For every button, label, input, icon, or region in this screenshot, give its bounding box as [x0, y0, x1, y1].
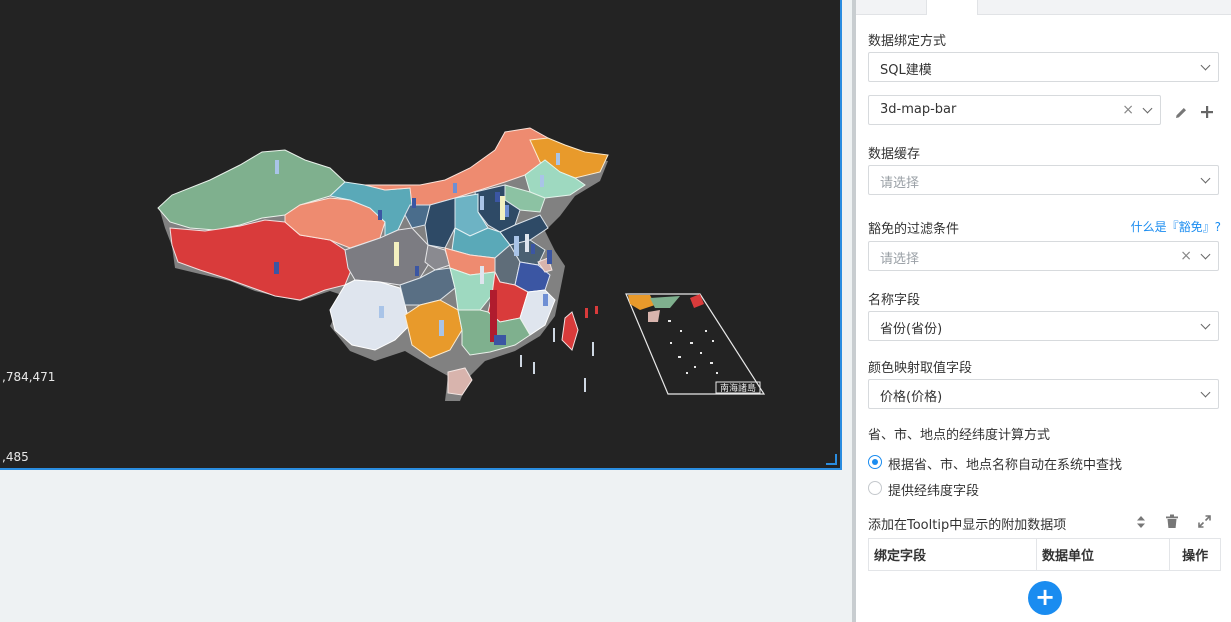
exempt-filter-placeholder: 请选择 — [880, 252, 920, 267]
binding-method-label: 数据绑定方式 — [868, 34, 947, 49]
binding-method-select[interactable]: SQL建模 — [868, 52, 1219, 82]
chevron-down-icon — [1142, 103, 1153, 114]
cache-placeholder: 请选择 — [880, 176, 920, 191]
cache-label: 数据缓存 — [868, 147, 921, 162]
color-field-label: 颜色映射取值字段 — [868, 361, 973, 376]
tab-3[interactable] — [986, 0, 1036, 14]
chevron-down-icon — [1200, 387, 1211, 398]
inset-label: 南海諸島 — [720, 382, 756, 394]
name-field-select[interactable]: 省份(省份) — [868, 311, 1219, 341]
map-canvas[interactable]: 南海諸島 ,784,471 ,485 — [0, 0, 842, 470]
geo-method-option-auto[interactable]: 根据省、市、地点名称自动在系统中查找 — [868, 454, 1168, 473]
sort-icon[interactable] — [1136, 515, 1146, 529]
trash-icon[interactable] — [1165, 514, 1179, 529]
clear-icon[interactable]: × — [1180, 247, 1192, 265]
column-header-actions: 操作 — [1169, 538, 1221, 571]
add-tooltip-item-button[interactable]: + — [1028, 581, 1062, 615]
china-3d-map: 南海諸島 — [157, 127, 766, 401]
exempt-help-link[interactable]: 什么是『豁免』? — [1131, 218, 1221, 235]
resize-handle[interactable] — [826, 454, 837, 465]
south-china-sea-inset: 南海諸島 — [625, 293, 766, 395]
clear-icon[interactable]: × — [1122, 101, 1134, 119]
chevron-down-icon — [1200, 173, 1211, 184]
panel-tabbar — [856, 0, 1231, 15]
cache-select[interactable]: 请选择 — [868, 165, 1219, 195]
geo-method-option-fields-label: 提供经纬度字段 — [888, 484, 980, 499]
name-field-label: 名称字段 — [868, 293, 921, 308]
geo-method-label: 省、市、地点的经纬度计算方式 — [868, 428, 1051, 443]
tooltip-items-table: 绑定字段 数据单位 操作 — [868, 538, 1221, 571]
column-header-unit: 数据单位 — [1035, 538, 1171, 571]
edit-pencil-icon[interactable] — [1173, 105, 1189, 121]
radio-unchecked[interactable] — [868, 481, 882, 495]
properties-panel: 数据绑定方式 SQL建模 3d-map-bar × 数据缓存 请选择 豁免的过滤… — [856, 0, 1231, 622]
name-field-value: 省份(省份) — [880, 322, 943, 337]
chevron-down-icon — [1200, 319, 1211, 330]
region-taiwan — [561, 311, 579, 351]
dataset-value: 3d-map-bar — [880, 102, 957, 117]
geo-method-option-fields[interactable]: 提供经纬度字段 — [868, 480, 1168, 499]
tab-2[interactable] — [926, 0, 978, 15]
radio-checked[interactable] — [868, 455, 882, 469]
add-plus-icon[interactable] — [1200, 105, 1214, 119]
legend-max-label: ,784,471 — [2, 370, 56, 384]
chevron-down-icon — [1200, 249, 1211, 260]
canvas-background — [0, 470, 852, 622]
binding-method-value: SQL建模 — [880, 63, 932, 78]
exempt-filter-select[interactable]: 请选择 × — [868, 241, 1219, 271]
column-header-bind-field: 绑定字段 — [868, 538, 1037, 571]
tab-1[interactable] — [866, 0, 916, 14]
exempt-filter-label: 豁免的过滤条件 — [868, 222, 960, 237]
color-field-select[interactable]: 价格(价格) — [868, 379, 1219, 409]
dataset-select[interactable]: 3d-map-bar × — [868, 95, 1161, 125]
geo-method-option-auto-label: 根据省、市、地点名称自动在系统中查找 — [888, 458, 1123, 473]
color-field-value: 价格(价格) — [880, 390, 943, 405]
tooltip-items-label: 添加在Tooltip中显示的附加数据项 — [868, 518, 1067, 533]
chevron-down-icon — [1200, 60, 1211, 71]
expand-icon[interactable] — [1198, 515, 1211, 528]
legend-min-label: ,485 — [2, 450, 29, 464]
